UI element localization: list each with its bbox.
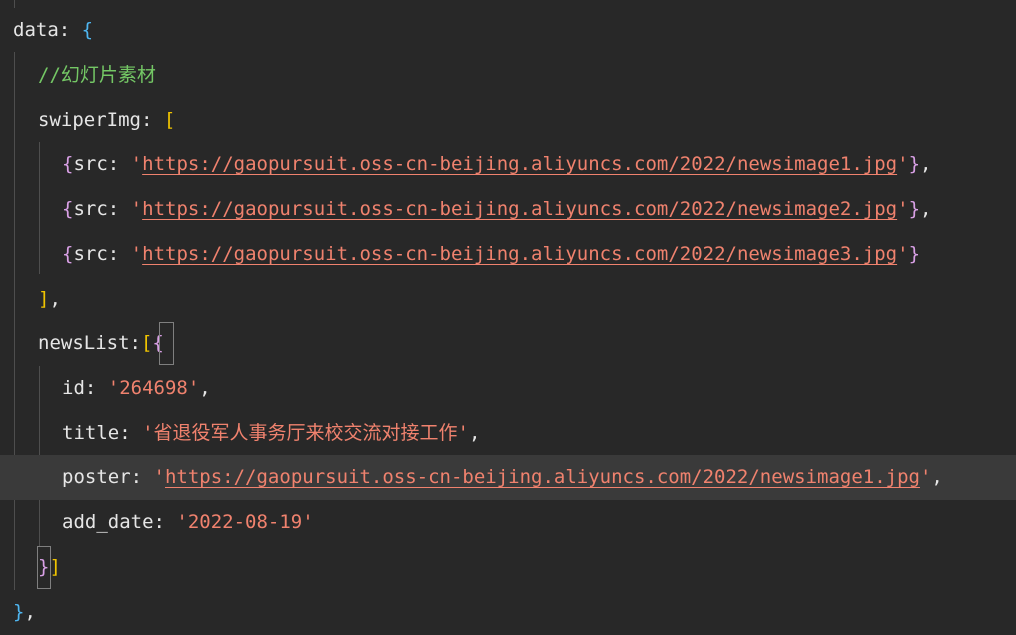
- code-url-link[interactable]: https://gaopursuit.oss-cn-beijing.aliyun…: [142, 198, 897, 220]
- code-key: id: [62, 377, 85, 399]
- code-string: '省退役军人事务厅来校交流对接工作': [142, 422, 469, 444]
- code-punctuation: ,: [24, 601, 36, 623]
- code-punctuation: :: [140, 109, 164, 131]
- code-quote: ': [897, 198, 909, 220]
- code-key: add_date: [62, 511, 154, 533]
- code-line[interactable]: //幻灯片素材: [0, 53, 1016, 98]
- code-punctuation: ,: [49, 288, 61, 310]
- code-quote: ': [130, 153, 143, 175]
- code-key: swiperImg: [38, 109, 141, 131]
- code-punctuation: ,: [199, 377, 211, 399]
- code-key: title: [62, 422, 120, 444]
- code-line[interactable]: {src: 'https://gaopursuit.oss-cn-beijing…: [0, 142, 1016, 187]
- code-punctuation: ,: [931, 466, 943, 488]
- code-brace: }: [13, 601, 25, 623]
- code-key: src: [73, 243, 108, 265]
- code-bracket: [: [163, 109, 176, 131]
- code-quote: ': [919, 466, 932, 488]
- code-quote: ': [897, 243, 909, 265]
- code-url-link[interactable]: https://gaopursuit.oss-cn-beijing.aliyun…: [165, 466, 920, 488]
- code-punctuation: :: [107, 153, 131, 175]
- code-string: '2022-08-19': [176, 511, 314, 533]
- code-key: src: [73, 153, 108, 175]
- code-line[interactable]: swiperImg: [: [0, 98, 1016, 143]
- code-brace: }: [908, 153, 921, 175]
- code-line[interactable]: newsList:[{: [0, 321, 1016, 366]
- code-brace: {: [62, 243, 74, 265]
- code-editor[interactable]: data: { //幻灯片素材 swiperImg: [ {src: 'http…: [0, 0, 1016, 635]
- code-line[interactable]: add_date: '2022-08-19': [0, 500, 1016, 545]
- code-punctuation: :: [84, 377, 108, 399]
- code-key: src: [73, 198, 108, 220]
- code-string: '264698': [107, 377, 200, 399]
- code-quote: ': [153, 466, 165, 488]
- code-brace: {: [62, 153, 74, 175]
- code-punctuation: :: [119, 422, 143, 444]
- code-url-link[interactable]: https://gaopursuit.oss-cn-beijing.aliyun…: [142, 153, 897, 175]
- code-punctuation: :: [107, 243, 131, 265]
- code-key: newsList: [38, 332, 130, 354]
- code-punctuation: :: [153, 511, 177, 533]
- code-brace: {: [62, 198, 74, 220]
- code-punctuation: ,: [468, 422, 481, 444]
- bracket-match-highlight: [159, 322, 174, 365]
- code-line[interactable]: {src: 'https://gaopursuit.oss-cn-beijing…: [0, 187, 1016, 232]
- code-bracket: ]: [38, 288, 50, 310]
- code-key: data: [13, 19, 59, 41]
- code-line[interactable]: ],: [0, 277, 1016, 322]
- code-quote: ': [130, 198, 143, 220]
- code-quote: ': [897, 153, 909, 175]
- code-punctuation: :: [107, 198, 131, 220]
- code-bracket: ]: [49, 556, 61, 578]
- code-punctuation: :: [58, 19, 82, 41]
- code-line[interactable]: data: {: [0, 8, 1016, 53]
- code-line[interactable]: id: '264698',: [0, 366, 1016, 411]
- indent-guide: [14, 0, 15, 8]
- code-punctuation: :: [129, 332, 141, 354]
- code-line[interactable]: title: '省退役军人事务厅来校交流对接工作',: [0, 411, 1016, 456]
- code-line[interactable]: }]: [0, 545, 1016, 590]
- bracket-match-highlight: [37, 546, 51, 589]
- code-line[interactable]: {src: 'https://gaopursuit.oss-cn-beijing…: [0, 232, 1016, 277]
- code-key: poster: [62, 466, 131, 488]
- code-punctuation: :: [130, 466, 154, 488]
- code-brace: }: [908, 198, 921, 220]
- code-brace: }: [908, 243, 921, 265]
- code-quote: ': [130, 243, 143, 265]
- code-bracket: [: [140, 332, 153, 354]
- code-comment: //幻灯片素材: [38, 64, 156, 86]
- code-url-link[interactable]: https://gaopursuit.oss-cn-beijing.aliyun…: [142, 243, 897, 265]
- code-punctuation: ,: [920, 153, 932, 175]
- code-punctuation: ,: [920, 198, 932, 220]
- code-line-current[interactable]: poster: 'https://gaopursuit.oss-cn-beiji…: [0, 455, 1016, 500]
- code-brace: {: [81, 19, 94, 41]
- code-line[interactable]: },: [0, 590, 1016, 635]
